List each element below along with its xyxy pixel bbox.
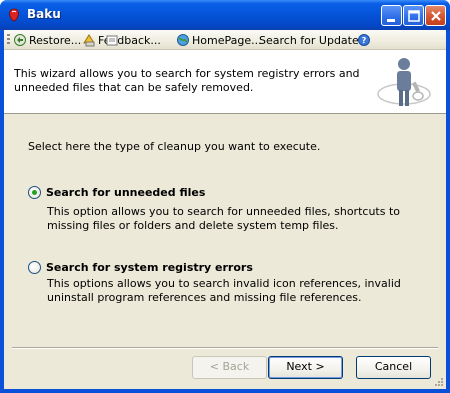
restore-label: Restore...	[29, 33, 82, 47]
help-button[interactable]: ?	[357, 32, 371, 48]
radio-selected-dot	[32, 190, 37, 195]
minimize-icon	[387, 19, 395, 22]
radio-unneeded-files[interactable]	[28, 186, 41, 199]
feedback-icon	[82, 33, 96, 47]
resize-grip[interactable]	[433, 376, 444, 387]
app-icon	[6, 7, 22, 23]
minimize-button[interactable]	[381, 5, 402, 26]
divider	[12, 347, 438, 349]
document-icon	[105, 33, 119, 47]
feedback-button-2[interactable]	[105, 32, 119, 48]
header-description: This wizard allows you to search for sys…	[14, 67, 360, 94]
close-button[interactable]	[425, 5, 446, 26]
app-window: Baku Restore... Feedback... HomePage... …	[0, 0, 450, 393]
option-description: This options allows you to search invali…	[47, 277, 401, 304]
cancel-button[interactable]: Cancel	[356, 356, 431, 379]
svg-text:?: ?	[362, 36, 367, 45]
intro-text: Select here the type of cleanup you want…	[28, 140, 321, 153]
help-icon: ?	[357, 33, 371, 47]
back-button[interactable]: < Back	[192, 356, 267, 379]
window-title: Baku	[27, 7, 61, 21]
wizard-header: This wizard allows you to search for sys…	[4, 50, 446, 114]
maximize-button[interactable]	[403, 5, 424, 26]
person-figure-icon	[374, 54, 434, 110]
option-label[interactable]: Search for system registry errors	[46, 261, 253, 274]
feedback-button[interactable]: Feedback...	[82, 32, 161, 48]
option-label[interactable]: Search for unneeded files	[46, 186, 205, 199]
title-bar[interactable]: Baku	[0, 0, 450, 30]
close-icon	[431, 11, 441, 21]
wizard-page: This wizard allows you to search for sys…	[4, 50, 446, 389]
homepage-label: HomePage...	[192, 33, 262, 47]
search-update-button[interactable]: Search for Update...	[259, 32, 369, 48]
toolbar: Restore... Feedback... HomePage... Searc…	[4, 30, 446, 50]
restore-button[interactable]: Restore...	[13, 32, 81, 48]
maximize-icon	[408, 10, 420, 22]
next-button[interactable]: Next >	[268, 356, 343, 379]
radio-registry-errors[interactable]	[28, 261, 41, 274]
homepage-button[interactable]: HomePage...	[176, 32, 262, 48]
restore-icon	[13, 33, 27, 47]
option-description: This option allows you to search for unn…	[47, 205, 400, 232]
search-update-label: Search for Update...	[259, 33, 370, 47]
toolbar-grip[interactable]	[7, 34, 10, 46]
homepage-icon	[176, 33, 190, 47]
